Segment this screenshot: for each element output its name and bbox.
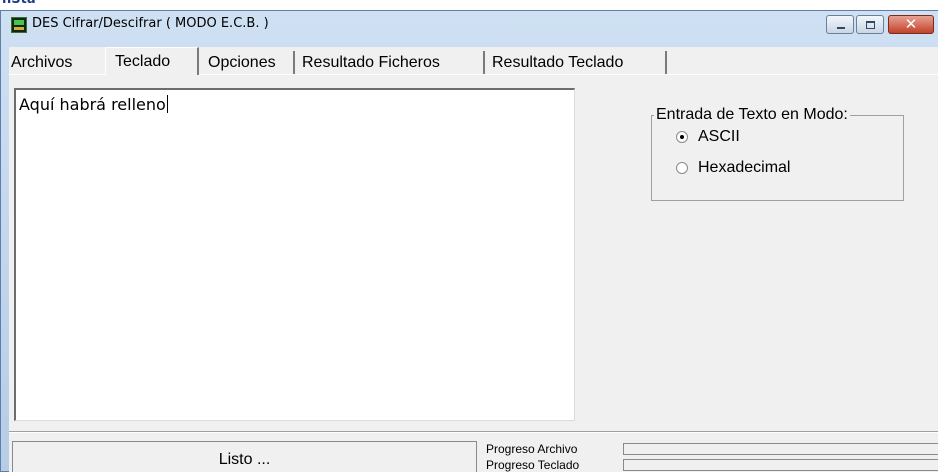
title-bar[interactable]: DES Cifrar/Descifrar ( MODO E.C.B. ) ✕	[1, 11, 938, 41]
tab-archivos[interactable]: Archivos	[9, 51, 103, 75]
minimize-icon	[837, 27, 845, 29]
maximize-icon	[866, 21, 875, 29]
tab-resultado-teclado[interactable]: Resultado Teclado	[485, 51, 667, 75]
close-button[interactable]: ✕	[888, 15, 934, 34]
status-separator	[9, 431, 938, 433]
text-caret	[166, 95, 168, 113]
keyboard-text-input[interactable]: Aquí habrá relleno	[14, 88, 575, 421]
input-mode-legend: Entrada de Texto en Modo:	[654, 106, 850, 124]
tab-strip: Archivos Teclado Opciones Resultado Fich…	[9, 47, 938, 75]
tab-label: Teclado	[115, 53, 171, 70]
des-window: DES Cifrar/Descifrar ( MODO E.C.B. ) ✕ A…	[0, 10, 938, 472]
window-title: DES Cifrar/Descifrar ( MODO E.C.B. )	[32, 16, 269, 31]
tab-label: Archivos	[11, 54, 73, 71]
progress-keyboard-bar	[623, 459, 938, 471]
client-area: Archivos Teclado Opciones Resultado Fich…	[9, 47, 938, 472]
status-panel: Listo ...	[12, 441, 477, 472]
radio-hexadecimal-icon[interactable]	[676, 162, 688, 174]
des-app-icon[interactable]	[11, 17, 27, 33]
progress-file-label: Progreso Archivo	[486, 442, 578, 456]
status-text: Listo ...	[218, 451, 271, 468]
radio-hexadecimal-label: Hexadecimal	[698, 159, 791, 176]
background-window-title-fragment: nSta	[2, 0, 36, 7]
close-icon: ✕	[904, 15, 918, 33]
tab-label: Resultado Ficheros	[302, 54, 440, 71]
input-mode-group: Entrada de Texto en Modo: ASCII Hexadeci…	[651, 106, 904, 201]
keyboard-text-value: Aquí habrá relleno	[19, 95, 168, 114]
tab-teclado[interactable]: Teclado	[105, 47, 199, 75]
background-window-strip: nSta	[0, 0, 938, 10]
status-bar: Listo ... Progreso Archivo Progreso Tecl…	[9, 441, 938, 472]
progress-keyboard-label: Progreso Teclado	[486, 458, 580, 472]
maximize-button[interactable]	[856, 15, 884, 34]
tab-resultado-ficheros[interactable]: Resultado Ficheros	[295, 51, 485, 75]
radio-ascii-label: ASCII	[698, 128, 740, 145]
tab-label: Opciones	[208, 54, 276, 71]
tab-opciones[interactable]: Opciones	[201, 51, 295, 75]
progress-file-bar	[623, 443, 938, 455]
minimize-button[interactable]	[826, 15, 854, 34]
radio-ascii-selected-icon[interactable]	[676, 131, 688, 143]
tab-label: Resultado Teclado	[492, 54, 624, 71]
